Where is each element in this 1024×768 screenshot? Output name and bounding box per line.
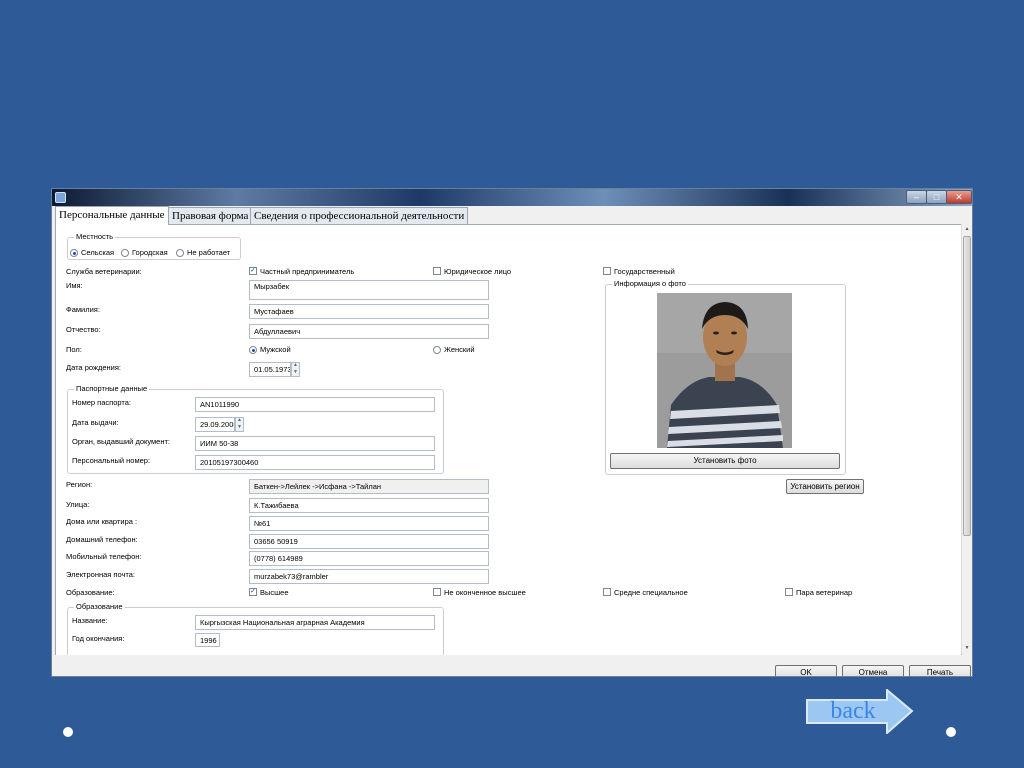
issue-date-spinner[interactable] (235, 417, 244, 432)
gender-male-radio[interactable] (249, 346, 257, 354)
higher-education-label: Высшее (260, 588, 289, 597)
street-field[interactable]: К.Тажибаева (249, 498, 489, 513)
photo-group-title: Информация о фото (612, 279, 688, 288)
personal-number-label: Персональный номер: (72, 456, 151, 465)
title-bar[interactable]: – □ ✕ (52, 189, 972, 206)
home-phone-field[interactable]: 03656 50919 (249, 534, 489, 549)
gender-female-label: Женский (444, 345, 475, 354)
slide-bullet-right (946, 727, 956, 737)
email-field[interactable]: murzabek73@rambler (249, 569, 489, 584)
set-region-button[interactable]: Установить регион (786, 479, 864, 494)
mobile-phone-label: Мобильный телефон: (66, 552, 142, 561)
para-vet-checkbox[interactable] (785, 588, 793, 596)
minimize-button[interactable]: – (906, 190, 927, 204)
first-name-field[interactable]: Мырзабек (249, 280, 489, 300)
patronymic-label: Отчество: (66, 325, 101, 334)
email-label: Электронная почта: (66, 570, 136, 579)
secondary-special-checkbox[interactable] (603, 588, 611, 596)
house-field[interactable]: №61 (249, 516, 489, 531)
secondary-special-label: Средне специальное (614, 588, 688, 597)
set-photo-button[interactable]: Установить фото (610, 453, 840, 469)
education-label: Образование: (66, 588, 115, 597)
locality-group-title: Местность (74, 232, 116, 241)
scrollbar-thumb[interactable] (963, 236, 971, 536)
slide-bullet-left (63, 727, 73, 737)
issue-date-field[interactable]: 29.09.2008 (195, 417, 235, 432)
passport-group-title: Паспортные данные (74, 384, 150, 393)
incomplete-higher-checkbox[interactable] (433, 588, 441, 596)
legal-entity-label: Юридическое лицо (444, 267, 512, 276)
locality-urban-label: Городская (132, 248, 168, 257)
private-entrepreneur-checkbox[interactable]: ✓ (249, 267, 257, 275)
para-vet-label: Пара ветеринар (796, 588, 853, 597)
higher-education-checkbox[interactable]: ✓ (249, 588, 257, 596)
tab-professional-activity[interactable]: Сведения о профессиональной деятельности (250, 207, 469, 224)
ok-button[interactable]: OK (775, 665, 837, 676)
education-group-title: Образование (74, 602, 125, 611)
issuer-field[interactable]: ИИМ 50-38 (195, 436, 435, 451)
last-name-field[interactable]: Мустафаев (249, 304, 489, 319)
gender-label: Пол: (66, 345, 82, 354)
last-name-label: Фамилия: (66, 305, 100, 314)
gender-female-radio[interactable] (433, 346, 441, 354)
form-content: Местность Сельская Городская Не работает… (55, 224, 962, 656)
legal-entity-checkbox[interactable] (433, 267, 441, 275)
close-button[interactable]: ✕ (946, 190, 972, 204)
back-button-label: back (830, 698, 876, 724)
incomplete-higher-label: Не оконченное высшее (444, 588, 526, 597)
back-button[interactable]: back (805, 689, 915, 734)
maximize-button[interactable]: □ (926, 190, 947, 204)
institution-name-label: Название: (72, 616, 108, 625)
dialog-button-bar: OK Отмена Печать (52, 655, 972, 676)
locality-urban-radio[interactable] (121, 249, 129, 257)
state-checkbox[interactable] (603, 267, 611, 275)
issue-date-label: Дата выдачи: (72, 418, 119, 427)
birth-date-field[interactable]: 01.05.1973 (249, 362, 291, 377)
first-name-label: Имя: (66, 281, 83, 290)
state-label: Государственный (614, 267, 675, 276)
birth-date-label: Дата рождения: (66, 363, 121, 372)
dialog-window: – □ ✕ Персональные данные Правовая форма… (51, 188, 973, 677)
person-photo (657, 293, 792, 448)
region-field: Баткен->Лейлек ->Исфана ->Тайлан (249, 479, 489, 494)
scroll-up-icon[interactable]: ▲ (963, 224, 971, 234)
scroll-down-icon[interactable]: ▼ (963, 643, 971, 653)
cancel-button[interactable]: Отмена (842, 665, 904, 676)
locality-not-working-radio[interactable] (176, 249, 184, 257)
tab-legal-form[interactable]: Правовая форма (168, 207, 253, 224)
passport-number-label: Номер паспорта: (72, 398, 131, 407)
person-photo-image (657, 293, 792, 448)
tab-personal-data[interactable]: Персональные данные (55, 206, 169, 225)
personal-number-field[interactable]: 20105197300460 (195, 455, 435, 470)
institution-name-field[interactable]: Кыргызская Национальная аграрная Академи… (195, 615, 435, 630)
gender-male-label: Мужской (260, 345, 291, 354)
street-label: Улица: (66, 500, 90, 509)
graduation-year-field[interactable]: 1996 (195, 633, 220, 647)
birth-date-spinner[interactable] (291, 362, 300, 377)
app-icon (55, 192, 66, 203)
vertical-scrollbar[interactable]: ▲ ▼ (961, 224, 972, 654)
home-phone-label: Домашний телефон: (66, 535, 138, 544)
issuer-label: Орган, выдавший документ: (72, 437, 171, 446)
print-button[interactable]: Печать (909, 665, 971, 676)
locality-not-working-label: Не работает (187, 248, 231, 257)
patronymic-field[interactable]: Абдуллаевич (249, 324, 489, 339)
locality-rural-radio[interactable] (70, 249, 78, 257)
house-label: Дома или квартира : (66, 517, 138, 526)
mobile-phone-field[interactable]: (0778) 614989 (249, 551, 489, 566)
passport-number-field[interactable]: AN1011990 (195, 397, 435, 412)
private-entrepreneur-label: Частный предприниматель (260, 267, 355, 276)
vet-service-label: Служба ветеринарии: (66, 267, 142, 276)
graduation-year-label: Год окончания: (72, 634, 125, 643)
region-label: Регион: (66, 480, 93, 489)
locality-rural-label: Сельская (81, 248, 115, 257)
